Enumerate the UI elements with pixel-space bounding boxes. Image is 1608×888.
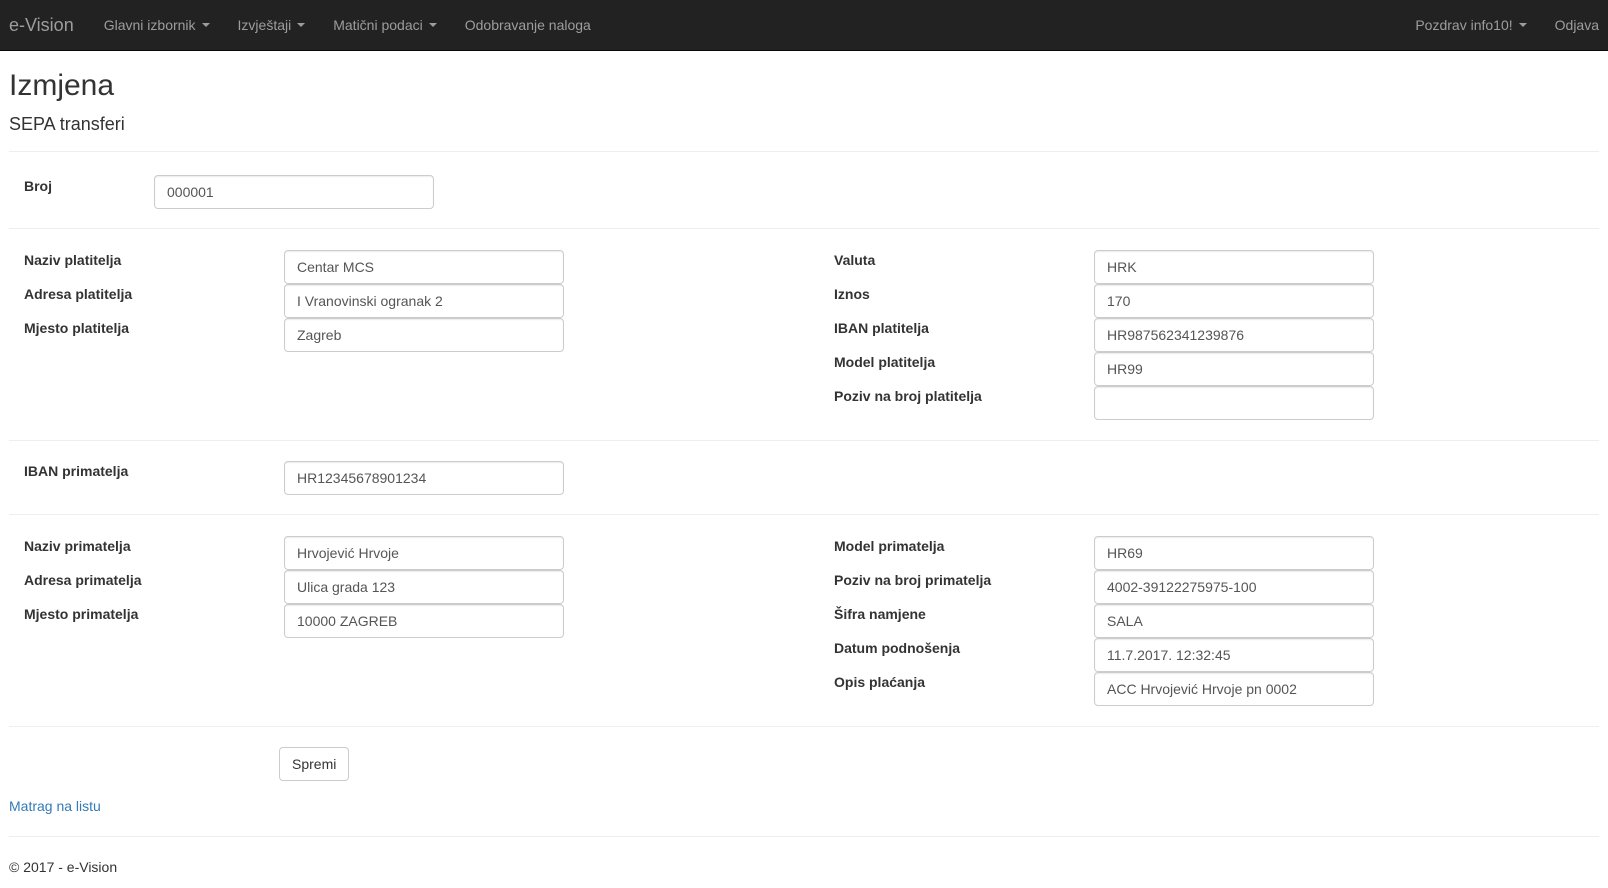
broj-label: Broj	[24, 178, 52, 194]
nav-odobravanje-naloga[interactable]: Odobravanje naloga	[451, 17, 605, 33]
mjesto-platitelja-label: Mjesto platitelja	[24, 320, 130, 336]
caret-down-icon	[428, 23, 437, 27]
back-to-list-link[interactable]: Matrag na listu	[9, 798, 101, 814]
nav-label: Odobravanje naloga	[464, 17, 591, 33]
valuta-input[interactable]	[1094, 250, 1374, 284]
adresa-platitelja-label: Adresa platitelja	[24, 286, 133, 302]
footer-copyright: © 2017 - e-Vision	[9, 859, 118, 875]
sifra-namjene-label: Šifra namjene	[834, 606, 926, 622]
sifra-namjene-input[interactable]	[1094, 604, 1374, 638]
caret-down-icon	[297, 23, 306, 27]
opis-placanja-label: Opis plaćanja	[834, 674, 926, 690]
save-button[interactable]: Spremi	[279, 747, 350, 781]
page-title: Izmjena	[9, 69, 115, 102]
nav-maticni-podaci[interactable]: Matični podaci	[319, 17, 451, 33]
nav-label: Matični podaci	[333, 17, 423, 33]
nav-izvjestaji[interactable]: Izvještaji	[224, 17, 320, 33]
caret-down-icon	[1518, 23, 1527, 27]
poziv-platitelja-input[interactable]	[1094, 386, 1374, 420]
divider	[9, 836, 1599, 837]
model-platitelja-input[interactable]	[1094, 352, 1374, 386]
divider	[9, 514, 1599, 515]
naziv-platitelja-input[interactable]	[284, 250, 564, 284]
iznos-label: Iznos	[834, 286, 870, 302]
page-subtitle: SEPA transferi	[9, 114, 125, 134]
divider	[9, 440, 1599, 441]
nav-label: Glavni izbornik	[103, 17, 196, 33]
user-menu[interactable]: Pozdrav info10!	[1401, 17, 1540, 33]
naziv-primatelja-label: Naziv primatelja	[24, 538, 131, 554]
main-content: Izmjena SEPA transferi	[0, 69, 1608, 135]
top-navbar: e-Vision Glavni izbornik Izvještaji Mati…	[0, 0, 1608, 51]
mjesto-primatelja-input[interactable]	[284, 604, 564, 638]
iban-platitelja-input[interactable]	[1094, 318, 1374, 352]
nav-label: Izvještaji	[237, 17, 292, 33]
divider	[9, 726, 1599, 727]
valuta-label: Valuta	[834, 252, 876, 268]
divider	[9, 228, 1599, 229]
divider	[9, 151, 1599, 152]
caret-down-icon	[201, 23, 210, 27]
broj-input[interactable]	[154, 175, 434, 209]
poziv-primatelja-input[interactable]	[1094, 570, 1374, 604]
model-platitelja-label: Model platitelja	[834, 354, 936, 370]
adresa-primatelja-input[interactable]	[284, 570, 564, 604]
naziv-primatelja-input[interactable]	[284, 536, 564, 570]
mjesto-platitelja-input[interactable]	[284, 318, 564, 352]
poziv-platitelja-label: Poziv na broj platitelja	[834, 388, 982, 404]
naziv-platitelja-label: Naziv platitelja	[24, 252, 122, 268]
iban-primatelja-input[interactable]	[284, 461, 564, 495]
model-primatelja-input[interactable]	[1094, 536, 1374, 570]
datum-podnosenja-label: Datum podnošenja	[834, 640, 961, 656]
poziv-primatelja-label: Poziv na broj primatelja	[834, 572, 992, 588]
mjesto-primatelja-label: Mjesto primatelja	[24, 606, 139, 622]
opis-placanja-input[interactable]	[1094, 672, 1374, 706]
adresa-primatelja-label: Adresa primatelja	[24, 572, 142, 588]
model-primatelja-label: Model primatelja	[834, 538, 945, 554]
datum-podnosenja-input[interactable]	[1094, 638, 1374, 672]
adresa-platitelja-input[interactable]	[284, 284, 564, 318]
iban-primatelja-label: IBAN primatelja	[24, 463, 129, 479]
user-greeting: Pozdrav info10!	[1415, 17, 1513, 33]
nav-glavni-izbornik[interactable]: Glavni izbornik	[90, 17, 224, 33]
brand-logo[interactable]: e-Vision	[9, 15, 74, 36]
iban-platitelja-label: IBAN platitelja	[834, 320, 929, 336]
iznos-input[interactable]	[1094, 284, 1374, 318]
logout-link[interactable]: Odjava	[1541, 17, 1599, 33]
